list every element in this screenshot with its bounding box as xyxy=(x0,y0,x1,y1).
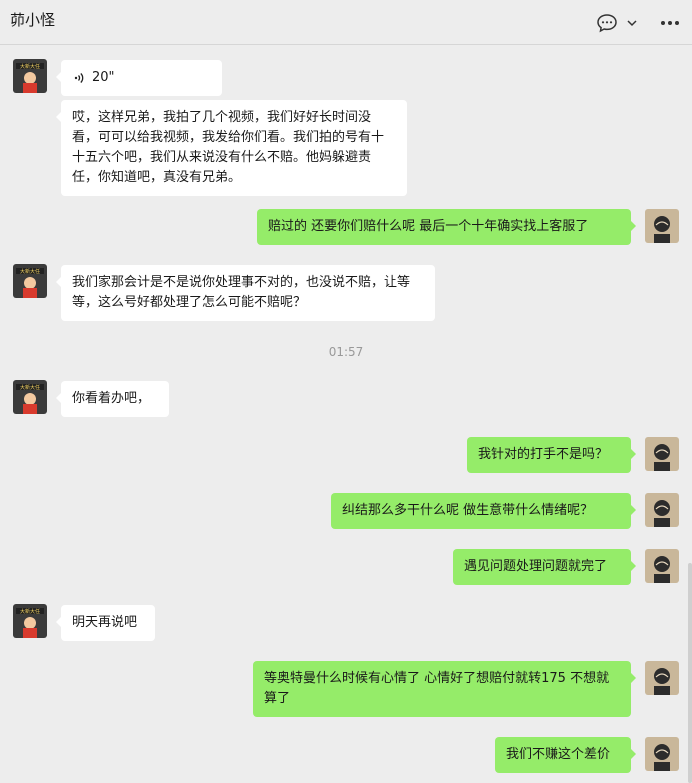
more-icon[interactable] xyxy=(660,20,680,26)
message-bubble[interactable]: 等奥特曼什么时候有心情了 心情好了想赔付就转175 不想就算了 xyxy=(253,661,636,717)
chat-title: 茆小怪 xyxy=(10,11,56,29)
user-avatar[interactable] xyxy=(645,209,679,243)
user-avatar[interactable] xyxy=(645,437,679,471)
message-bubble[interactable]: 纠结那么多干什么呢 做生意带什么情绪呢？ xyxy=(331,493,636,529)
user-avatar[interactable] xyxy=(645,493,679,527)
voice-wave-icon xyxy=(74,73,84,83)
chevron-down-icon[interactable] xyxy=(626,18,638,28)
contact-avatar[interactable]: 大新大任 xyxy=(13,264,47,298)
svg-text:大新大任: 大新大任 xyxy=(20,63,40,70)
message-bubble[interactable]: 哎，这样兄弟，我拍了几个视频，我们好好长时间没看，可可以给我视频，我发给你们看。… xyxy=(56,100,407,196)
message-bubble[interactable]: 赔过的 还要你们赔什么呢 最后一个十年确实找上客服了 xyxy=(257,209,636,245)
chat-bubble-icon[interactable] xyxy=(596,13,618,33)
svg-text:大新大任: 大新大任 xyxy=(20,384,40,391)
scrollbar[interactable] xyxy=(688,563,692,783)
voice-duration: 20" xyxy=(92,70,115,85)
svg-text:大新大任: 大新大任 xyxy=(20,608,40,615)
header-icons xyxy=(596,13,680,33)
message-bubble[interactable]: 我们不赚这个差价 xyxy=(495,737,636,773)
contact-avatar[interactable]: 大新大任 xyxy=(13,380,47,414)
user-avatar[interactable] xyxy=(645,661,679,695)
message-bubble[interactable]: 我们家那会计是不是说你处理事不对的，也没说不赔，让等等，这么号好都处理了怎么可能… xyxy=(56,265,435,321)
message-bubble[interactable]: 我针对的打手不是吗？ xyxy=(467,437,636,473)
user-avatar[interactable] xyxy=(645,549,679,583)
message-list[interactable]: 大新大任 20" 哎，这样兄弟，我拍了几个视频，我们好好长时间没看，可可以给我视… xyxy=(0,45,692,783)
message-bubble[interactable]: 遇见问题处理问题就完了 xyxy=(453,549,636,585)
user-avatar[interactable] xyxy=(645,737,679,771)
chat-header: 茆小怪 xyxy=(0,0,692,45)
svg-text:大新大任: 大新大任 xyxy=(20,268,40,275)
contact-avatar[interactable]: 大新大任 xyxy=(13,604,47,638)
voice-message[interactable]: 20" xyxy=(56,60,222,96)
contact-avatar[interactable]: 大新大任 xyxy=(13,59,47,93)
timestamp: 01:57 xyxy=(328,345,364,359)
message-bubble[interactable]: 明天再说吧 xyxy=(56,605,155,641)
message-bubble[interactable]: 你看着办吧， xyxy=(56,381,169,417)
